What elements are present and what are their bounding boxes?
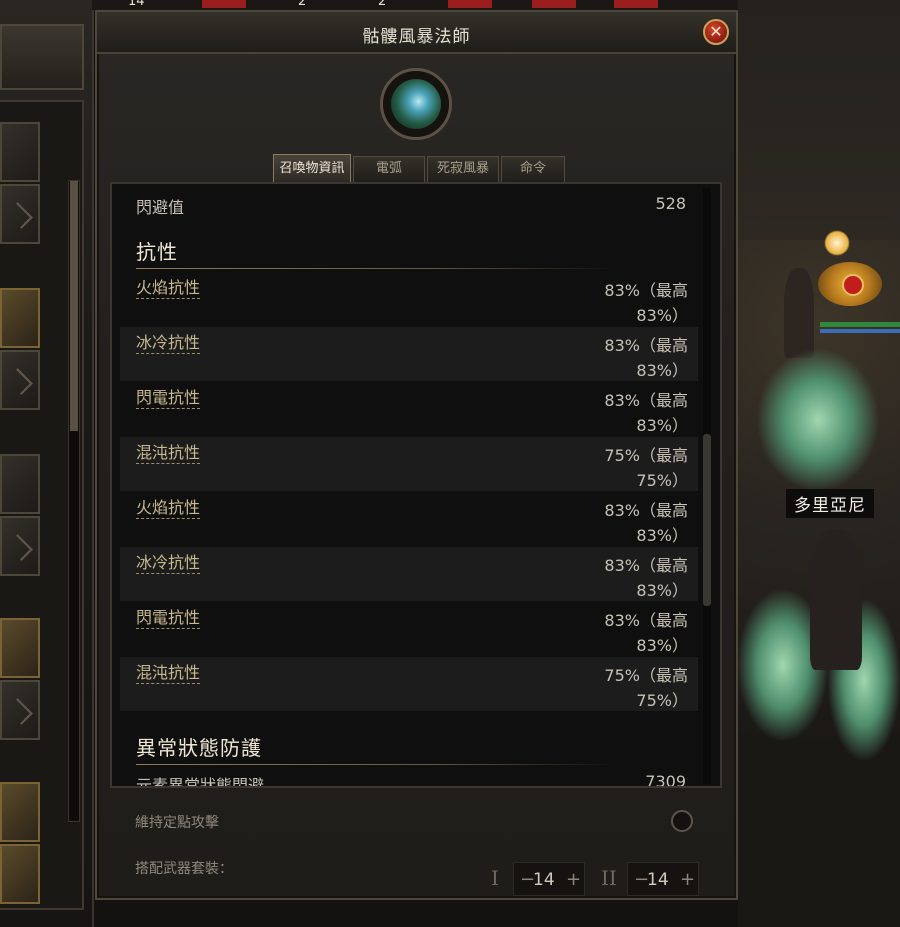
section-divider: [136, 268, 616, 269]
gem-slot[interactable]: [0, 680, 40, 740]
title-bar: 骷髏風暴法師 ✕: [97, 12, 736, 54]
chevron-icon: [6, 534, 33, 561]
resistance-row: 閃電抗性 83%（最高 83%）: [120, 382, 698, 436]
stat-row-evasion: 閃避值 528: [136, 194, 696, 218]
close-icon[interactable]: ✕: [703, 19, 729, 45]
resistance-row: 火焰抗性 83%（最高 83%）: [120, 492, 698, 546]
hotbar-count: 2: [378, 0, 387, 9]
gem-slot[interactable]: [0, 122, 40, 182]
weapon-set-2-numeral: II: [601, 866, 617, 890]
stat-label[interactable]: 混沌抗性: [136, 443, 201, 464]
stat-value: 83%（最高 83%）: [604, 611, 688, 655]
altar-core: [842, 274, 864, 296]
weapon-set-1-numeral: I: [491, 866, 499, 890]
hold-attack-toggle[interactable]: [671, 810, 693, 832]
left-scroll-thumb[interactable]: [70, 181, 78, 431]
enemy-boss: [810, 530, 862, 670]
gem-slot[interactable]: [0, 844, 40, 904]
plus-icon[interactable]: +: [566, 869, 581, 890]
left-inventory-panel: [0, 0, 94, 927]
weapon-set-2-stepper: − 14 +: [627, 862, 699, 896]
chevron-icon: [6, 202, 33, 229]
npc-figure: [784, 268, 814, 358]
stat-label: 閃避值: [136, 198, 185, 217]
npc-name-tag[interactable]: 多里亞尼: [786, 489, 874, 518]
hotbar-count: 2: [298, 0, 307, 9]
section-title-ailment: 異常狀態防護: [136, 736, 262, 760]
resistance-row: 閃電抗性 83%（最高 83%）: [120, 602, 698, 656]
stat-value: 83%（最高 83%）: [604, 281, 688, 325]
weapon-set-1-value: 14: [533, 870, 555, 890]
stat-value: 83%（最高 83%）: [604, 556, 688, 600]
npc-mana-bar: [820, 329, 900, 333]
stats-panel[interactable]: 閃避值 528 抗性 火焰抗性 83%（最高 83%） 冰冷抗性 83%（最高 …: [110, 182, 722, 788]
stat-label[interactable]: 火焰抗性: [136, 498, 201, 519]
section-title-resistance: 抗性: [136, 240, 178, 264]
hotbar-slot: [532, 0, 576, 8]
resistance-row: 混沌抗性 75%（最高 75%）: [120, 437, 698, 491]
section-divider: [136, 764, 616, 765]
lantern-light: [824, 230, 850, 256]
game-world-view[interactable]: [738, 0, 900, 927]
stat-value: 83%（最高 83%）: [604, 501, 688, 545]
weapon-set-2-value: 14: [647, 870, 669, 890]
resistance-row: 混沌抗性 75%（最高 75%）: [120, 657, 698, 711]
gem-slot[interactable]: [0, 350, 40, 410]
top-hotbar-strip: 14 2 2: [92, 0, 742, 10]
resistance-row: 冰冷抗性 83%（最高 83%）: [120, 327, 698, 381]
stat-label[interactable]: 閃電抗性: [136, 388, 201, 409]
resistance-row: 冰冷抗性 83%（最高 83%）: [120, 547, 698, 601]
gem-slot[interactable]: [0, 618, 40, 678]
stat-label[interactable]: 閃電抗性: [136, 608, 201, 629]
stats-scrollbar[interactable]: [703, 188, 711, 784]
chevron-icon: [6, 698, 33, 725]
cave-rock: [738, 0, 900, 240]
chevron-icon: [6, 368, 33, 395]
stat-value: 83%（最高 83%）: [604, 336, 688, 380]
resistance-row: 火焰抗性 83%（最高 83%）: [120, 272, 698, 326]
npc-health-bar: [820, 322, 900, 327]
stat-label: 元素異常狀態閃避: [136, 776, 265, 788]
weapon-set-label: 搭配武器套裝：: [135, 861, 233, 877]
gem-slot[interactable]: [0, 516, 40, 576]
gem-slot[interactable]: [0, 184, 40, 244]
minion-info-window: 骷髏風暴法師 ✕ 召喚物資訊 電弧 死寂風暴 命令 閃避值 528 抗性 火焰抗…: [95, 10, 738, 900]
hotbar-count: 14: [128, 0, 145, 9]
stat-label[interactable]: 火焰抗性: [136, 278, 201, 299]
window-title: 骷髏風暴法師: [362, 27, 471, 47]
stat-label[interactable]: 混沌抗性: [136, 663, 201, 684]
stat-value: 7309: [645, 772, 686, 788]
tab-command[interactable]: 命令: [501, 156, 565, 182]
stat-label[interactable]: 冰冷抗性: [136, 333, 201, 354]
minion-portrait-icon: [391, 79, 441, 129]
stat-value: 83%（最高 83%）: [604, 391, 688, 435]
hold-attack-label: 維持定點攻擊: [135, 815, 219, 831]
stat-row-ailment-evasion: 元素異常狀態閃避 7309: [136, 772, 696, 788]
stat-label[interactable]: 冰冷抗性: [136, 553, 201, 574]
stat-value: 528: [655, 194, 686, 213]
scroll-thumb[interactable]: [703, 434, 711, 606]
minion-portrait: [380, 68, 452, 140]
tab-deathly-storm[interactable]: 死寂風暴: [427, 156, 499, 182]
tab-minion-info[interactable]: 召喚物資訊: [273, 154, 351, 182]
left-scrollbar[interactable]: [68, 180, 80, 822]
gem-slot[interactable]: [0, 288, 40, 348]
hotbar-slot: [202, 0, 246, 8]
plus-icon[interactable]: +: [680, 869, 695, 890]
stat-value: 75%（最高 75%）: [604, 666, 688, 710]
hotbar-slot: [448, 0, 492, 8]
stat-value: 75%（最高 75%）: [604, 446, 688, 490]
left-top-slot[interactable]: [0, 24, 84, 90]
skeleton-minion: [758, 350, 878, 490]
gem-slot[interactable]: [0, 782, 40, 842]
hotbar-slot: [614, 0, 658, 8]
weapon-set-1-stepper: − 14 +: [513, 862, 585, 896]
tab-arc[interactable]: 電弧: [353, 156, 425, 182]
gem-slot[interactable]: [0, 454, 40, 514]
